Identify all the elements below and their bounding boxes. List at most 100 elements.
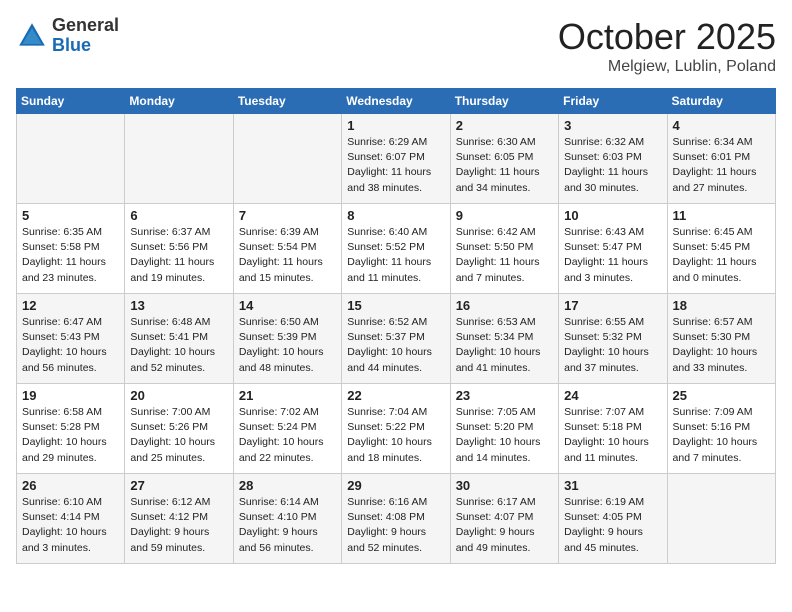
day-number: 9 <box>456 208 553 223</box>
day-cell-20: 20 Sunrise: 7:00 AM Sunset: 5:26 PM Dayli… <box>125 384 233 474</box>
day-cell-13: 13 Sunrise: 6:48 AM Sunset: 5:41 PM Dayli… <box>125 294 233 384</box>
day-cell-4: 4Sunrise: 6:34 AM Sunset: 6:01 PM Daylig… <box>667 114 775 204</box>
day-number: 4 <box>673 118 770 133</box>
day-content: Sunrise: 6:55 AM Sunset: 5:32 PM Dayligh… <box>564 315 661 376</box>
day-number: 3 <box>564 118 661 133</box>
day-cell-25: 25Sunrise: 7:09 AM Sunset: 5:16 PM Dayli… <box>667 384 775 474</box>
day-number: 31 <box>564 478 661 493</box>
empty-cell <box>233 114 341 204</box>
day-number: 14 <box>239 298 336 313</box>
day-number: 20 <box>130 388 227 403</box>
day-cell-5: 5 Sunrise: 6:35 AM Sunset: 5:58 PM Daylig… <box>17 204 125 294</box>
day-content: Sunrise: 6:42 AM Sunset: 5:50 PM Dayligh… <box>456 225 553 286</box>
day-content: Sunrise: 7:04 AM Sunset: 5:22 PM Dayligh… <box>347 405 444 466</box>
day-number: 7 <box>239 208 336 223</box>
day-content: Sunrise: 6:43 AM Sunset: 5:47 PM Dayligh… <box>564 225 661 286</box>
day-cell-7: 7 Sunrise: 6:39 AM Sunset: 5:54 PM Daylig… <box>233 204 341 294</box>
logo-text: General Blue <box>52 16 119 56</box>
day-header-monday: Monday <box>125 89 233 114</box>
day-content: Sunrise: 6:37 AM Sunset: 5:56 PM Dayligh… <box>130 225 227 286</box>
day-content: Sunrise: 6:45 AM Sunset: 5:45 PM Dayligh… <box>673 225 770 286</box>
day-number: 5 <box>22 208 119 223</box>
day-cell-14: 14Sunrise: 6:50 AM Sunset: 5:39 PM Dayli… <box>233 294 341 384</box>
logo-icon <box>16 20 48 52</box>
day-content: Sunrise: 6:53 AM Sunset: 5:34 PM Dayligh… <box>456 315 553 376</box>
week-row: 5 Sunrise: 6:35 AM Sunset: 5:58 PM Daylig… <box>17 204 776 294</box>
day-cell-17: 17 Sunrise: 6:55 AM Sunset: 5:32 PM Dayli… <box>559 294 667 384</box>
logo-general: General <box>52 16 119 36</box>
day-content: Sunrise: 6:35 AM Sunset: 5:58 PM Dayligh… <box>22 225 119 286</box>
calendar-table: SundayMondayTuesdayWednesdayThursdayFrid… <box>16 88 776 564</box>
day-number: 11 <box>673 208 770 223</box>
week-row: 12 Sunrise: 6:47 AM Sunset: 5:43 PM Dayli… <box>17 294 776 384</box>
day-content: Sunrise: 7:02 AM Sunset: 5:24 PM Dayligh… <box>239 405 336 466</box>
day-header-sunday: Sunday <box>17 89 125 114</box>
day-number: 1 <box>347 118 444 133</box>
day-cell-30: 30Sunrise: 6:17 AM Sunset: 4:07 PM Dayli… <box>450 474 558 564</box>
day-number: 23 <box>456 388 553 403</box>
day-header-wednesday: Wednesday <box>342 89 450 114</box>
day-cell-2: 2Sunrise: 6:30 AM Sunset: 6:05 PM Daylig… <box>450 114 558 204</box>
day-content: Sunrise: 6:14 AM Sunset: 4:10 PM Dayligh… <box>239 495 336 556</box>
logo: General Blue <box>16 16 119 56</box>
day-content: Sunrise: 6:40 AM Sunset: 5:52 PM Dayligh… <box>347 225 444 286</box>
logo-blue: Blue <box>52 36 119 56</box>
day-number: 17 <box>564 298 661 313</box>
day-content: Sunrise: 7:00 AM Sunset: 5:26 PM Dayligh… <box>130 405 227 466</box>
title-block: October 2025 Melgiew, Lublin, Poland <box>558 16 776 76</box>
day-number: 22 <box>347 388 444 403</box>
day-number: 21 <box>239 388 336 403</box>
day-content: Sunrise: 6:47 AM Sunset: 5:43 PM Dayligh… <box>22 315 119 376</box>
day-number: 15 <box>347 298 444 313</box>
day-cell-21: 21 Sunrise: 7:02 AM Sunset: 5:24 PM Dayli… <box>233 384 341 474</box>
day-cell-22: 22 Sunrise: 7:04 AM Sunset: 5:22 PM Dayli… <box>342 384 450 474</box>
month-title: October 2025 <box>558 16 776 58</box>
empty-cell <box>17 114 125 204</box>
day-header-thursday: Thursday <box>450 89 558 114</box>
day-number: 29 <box>347 478 444 493</box>
day-content: Sunrise: 6:48 AM Sunset: 5:41 PM Dayligh… <box>130 315 227 376</box>
day-number: 8 <box>347 208 444 223</box>
week-row: 26 Sunrise: 6:10 AM Sunset: 4:14 PM Dayli… <box>17 474 776 564</box>
day-number: 12 <box>22 298 119 313</box>
day-cell-10: 10 Sunrise: 6:43 AM Sunset: 5:47 PM Dayli… <box>559 204 667 294</box>
day-number: 26 <box>22 478 119 493</box>
day-cell-15: 15 Sunrise: 6:52 AM Sunset: 5:37 PM Dayli… <box>342 294 450 384</box>
day-number: 16 <box>456 298 553 313</box>
day-cell-1: 1 Sunrise: 6:29 AM Sunset: 6:07 PM Daylig… <box>342 114 450 204</box>
day-content: Sunrise: 6:39 AM Sunset: 5:54 PM Dayligh… <box>239 225 336 286</box>
day-number: 27 <box>130 478 227 493</box>
day-cell-19: 19Sunrise: 6:58 AM Sunset: 5:28 PM Dayli… <box>17 384 125 474</box>
day-number: 13 <box>130 298 227 313</box>
day-cell-12: 12 Sunrise: 6:47 AM Sunset: 5:43 PM Dayli… <box>17 294 125 384</box>
day-cell-8: 8 Sunrise: 6:40 AM Sunset: 5:52 PM Daylig… <box>342 204 450 294</box>
day-content: Sunrise: 6:52 AM Sunset: 5:37 PM Dayligh… <box>347 315 444 376</box>
day-cell-9: 9 Sunrise: 6:42 AM Sunset: 5:50 PM Daylig… <box>450 204 558 294</box>
day-cell-6: 6Sunrise: 6:37 AM Sunset: 5:56 PM Daylig… <box>125 204 233 294</box>
week-row: 1 Sunrise: 6:29 AM Sunset: 6:07 PM Daylig… <box>17 114 776 204</box>
day-cell-11: 11 Sunrise: 6:45 AM Sunset: 5:45 PM Dayli… <box>667 204 775 294</box>
day-cell-24: 24Sunrise: 7:07 AM Sunset: 5:18 PM Dayli… <box>559 384 667 474</box>
day-content: Sunrise: 6:57 AM Sunset: 5:30 PM Dayligh… <box>673 315 770 376</box>
day-content: Sunrise: 7:05 AM Sunset: 5:20 PM Dayligh… <box>456 405 553 466</box>
header-row: SundayMondayTuesdayWednesdayThursdayFrid… <box>17 89 776 114</box>
day-cell-29: 29Sunrise: 6:16 AM Sunset: 4:08 PM Dayli… <box>342 474 450 564</box>
day-header-friday: Friday <box>559 89 667 114</box>
day-cell-31: 31Sunrise: 6:19 AM Sunset: 4:05 PM Dayli… <box>559 474 667 564</box>
day-cell-27: 27 Sunrise: 6:12 AM Sunset: 4:12 PM Dayli… <box>125 474 233 564</box>
day-content: Sunrise: 6:12 AM Sunset: 4:12 PM Dayligh… <box>130 495 227 556</box>
day-number: 19 <box>22 388 119 403</box>
page-header: General Blue October 2025 Melgiew, Lubli… <box>16 16 776 76</box>
day-number: 28 <box>239 478 336 493</box>
day-content: Sunrise: 6:29 AM Sunset: 6:07 PM Dayligh… <box>347 135 444 196</box>
day-content: Sunrise: 6:17 AM Sunset: 4:07 PM Dayligh… <box>456 495 553 556</box>
day-content: Sunrise: 6:32 AM Sunset: 6:03 PM Dayligh… <box>564 135 661 196</box>
day-content: Sunrise: 7:09 AM Sunset: 5:16 PM Dayligh… <box>673 405 770 466</box>
week-row: 19Sunrise: 6:58 AM Sunset: 5:28 PM Dayli… <box>17 384 776 474</box>
day-content: Sunrise: 6:10 AM Sunset: 4:14 PM Dayligh… <box>22 495 119 556</box>
day-header-saturday: Saturday <box>667 89 775 114</box>
day-cell-26: 26 Sunrise: 6:10 AM Sunset: 4:14 PM Dayli… <box>17 474 125 564</box>
day-content: Sunrise: 7:07 AM Sunset: 5:18 PM Dayligh… <box>564 405 661 466</box>
day-number: 10 <box>564 208 661 223</box>
day-number: 18 <box>673 298 770 313</box>
